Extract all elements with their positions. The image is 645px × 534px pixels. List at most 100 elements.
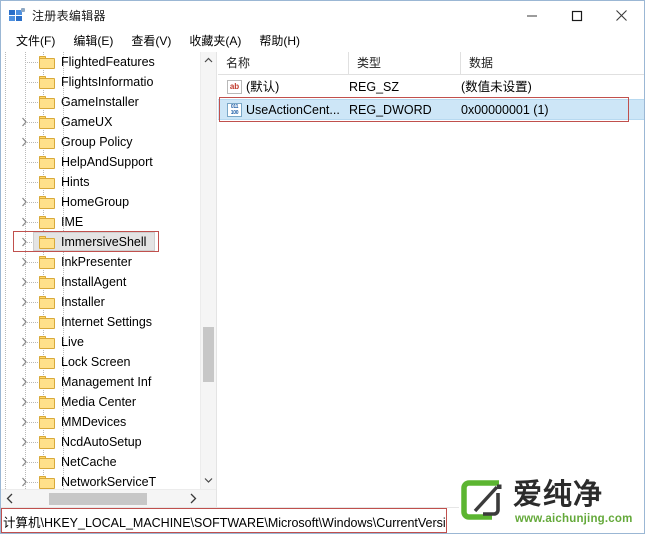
expand-chevron-icon[interactable] [17, 472, 31, 489]
tree-item-gameux[interactable]: GameUX [1, 112, 201, 132]
close-icon [616, 10, 627, 21]
menu-favorites[interactable]: 收藏夹(A) [180, 30, 250, 52]
tree-item-helpandsupport[interactable]: HelpAndSupport [1, 152, 201, 172]
tree-scroll-thumb[interactable] [203, 327, 214, 382]
maximize-button[interactable] [554, 1, 599, 30]
tree-item-label: NetCache [61, 455, 117, 469]
tree-item-installer[interactable]: Installer [1, 292, 201, 312]
tree-item-ncdautosetup[interactable]: NcdAutoSetup [1, 432, 201, 452]
expand-chevron-icon[interactable] [17, 132, 31, 152]
tree-hscroll-thumb[interactable] [49, 493, 147, 505]
expand-chevron-icon[interactable] [17, 212, 31, 232]
expand-chevron-icon[interactable] [17, 412, 31, 432]
chevron-up-icon [204, 57, 213, 63]
tree-item-mmdevices[interactable]: MMDevices [1, 412, 201, 432]
expand-chevron-icon[interactable] [17, 312, 31, 332]
tree-item-inkpresenter[interactable]: InkPresenter [1, 252, 201, 272]
tree-item-flightsinformatio[interactable]: FlightsInformatio [1, 72, 201, 92]
watermark-url: www.aichunjing.com [515, 513, 633, 525]
expand-chevron-icon[interactable] [17, 232, 31, 252]
tree-item-group-policy[interactable]: Group Policy [1, 132, 201, 152]
expand-chevron-icon[interactable] [17, 252, 31, 272]
scroll-down-button[interactable] [201, 472, 216, 489]
tree-item-netcache[interactable]: NetCache [1, 452, 201, 472]
tree-item-hints[interactable]: Hints [1, 172, 201, 192]
tree-item-lock-screen[interactable]: Lock Screen [1, 352, 201, 372]
menu-edit[interactable]: 编辑(E) [64, 30, 122, 52]
minimize-icon [526, 15, 537, 16]
expand-chevron-icon[interactable] [17, 452, 31, 472]
tree-item-media-center[interactable]: Media Center [1, 392, 201, 412]
window-controls [509, 1, 644, 30]
tree-vertical-scrollbar[interactable] [200, 52, 216, 489]
expand-chevron-icon[interactable] [17, 352, 31, 372]
chevron-down-icon [204, 478, 213, 483]
folder-icon [39, 115, 55, 129]
table-row[interactable]: 011 100 UseActionCent... REG_DWORD 0x0000000… [218, 99, 644, 120]
maximize-icon [571, 10, 582, 21]
menu-help[interactable]: 帮助(H) [250, 30, 309, 52]
registry-tree-pane: FlightedFeatures FlightsInformatio GameIns… [1, 52, 217, 507]
value-name: (默认) [246, 80, 280, 94]
tree-item-label: FlightedFeatures [61, 55, 155, 69]
values-list-header: 名称 类型 数据 [218, 52, 644, 75]
folder-icon [39, 355, 55, 369]
column-header-name[interactable]: 名称 [218, 52, 349, 74]
chevron-left-icon [6, 493, 12, 504]
tree-item-label: Lock Screen [61, 355, 131, 369]
column-header-data[interactable]: 数据 [461, 52, 644, 74]
expand-chevron-icon[interactable] [17, 272, 31, 292]
folder-icon [39, 275, 55, 289]
scroll-up-button[interactable] [201, 52, 216, 69]
expand-chevron-icon[interactable] [17, 332, 31, 352]
folder-icon [39, 455, 55, 469]
tree-item-label: Installer [61, 295, 105, 309]
folder-icon [39, 55, 55, 69]
tree-item-label: HomeGroup [61, 195, 130, 209]
expand-chevron-icon[interactable] [17, 112, 31, 132]
close-button[interactable] [599, 1, 644, 30]
tree-item-label: HelpAndSupport [61, 155, 153, 169]
menu-file[interactable]: 文件(F) [7, 30, 64, 52]
table-row[interactable]: ab (默认) REG_SZ (数值未设置) [218, 77, 644, 98]
folder-icon [39, 195, 55, 209]
tree-item-label: Management Inf [61, 375, 152, 389]
folder-icon [39, 155, 55, 169]
folder-icon [39, 235, 55, 249]
minimize-button[interactable] [509, 1, 554, 30]
expand-chevron-icon[interactable] [17, 192, 31, 212]
tree-item-ime[interactable]: IME [1, 212, 201, 232]
menu-view[interactable]: 查看(V) [122, 30, 180, 52]
tree-item-management-inf[interactable]: Management Inf [1, 372, 201, 392]
folder-icon [39, 175, 55, 189]
registry-editor-window: 注册表编辑器 文件(F) 编辑(E) 查看(V) 收藏夹(A) 帮助(H) Fl… [0, 0, 645, 534]
registry-path: 计算机\HKEY_LOCAL_MACHINE\SOFTWARE\Microsof… [3, 516, 446, 530]
tree-item-label: MMDevices [61, 415, 127, 429]
expand-chevron-icon[interactable] [17, 432, 31, 452]
expand-chevron-icon[interactable] [17, 372, 31, 392]
tree-item-label: Live [61, 335, 84, 349]
content-panes: FlightedFeatures FlightsInformatio GameIns… [1, 52, 644, 507]
folder-icon [39, 295, 55, 309]
tree-item-label: GameUX [61, 115, 113, 129]
tree-item-networkservicet[interactable]: NetworkServiceT [1, 472, 201, 489]
scroll-left-button[interactable] [1, 490, 18, 507]
expand-chevron-icon[interactable] [17, 392, 31, 412]
tree-item-label: InstallAgent [61, 275, 127, 289]
tree-item-flightedfeatures[interactable]: FlightedFeatures [1, 52, 201, 72]
tree-item-label: IME [61, 215, 84, 229]
scroll-right-button[interactable] [184, 490, 201, 507]
values-list-pane: 名称 类型 数据 ab (默认) REG_SZ (数值未设置) 011 100 UseAct… [218, 52, 644, 507]
registry-icon [9, 7, 25, 24]
tree-item-live[interactable]: Live [1, 332, 201, 352]
column-header-type[interactable]: 类型 [349, 52, 461, 74]
folder-icon [39, 315, 55, 329]
tree-item-homegroup[interactable]: HomeGroup [1, 192, 201, 212]
tree-item-immersiveshell[interactable]: ImmersiveShell [1, 232, 201, 252]
tree-item-internet-settings[interactable]: Internet Settings [1, 312, 201, 332]
tree-item-gameinstaller[interactable]: GameInstaller [1, 92, 201, 112]
tree-item-installagent[interactable]: InstallAgent [1, 272, 201, 292]
tree-item-label: GameInstaller [61, 95, 139, 109]
tree-horizontal-scrollbar[interactable] [1, 489, 216, 507]
expand-chevron-icon[interactable] [17, 292, 31, 312]
